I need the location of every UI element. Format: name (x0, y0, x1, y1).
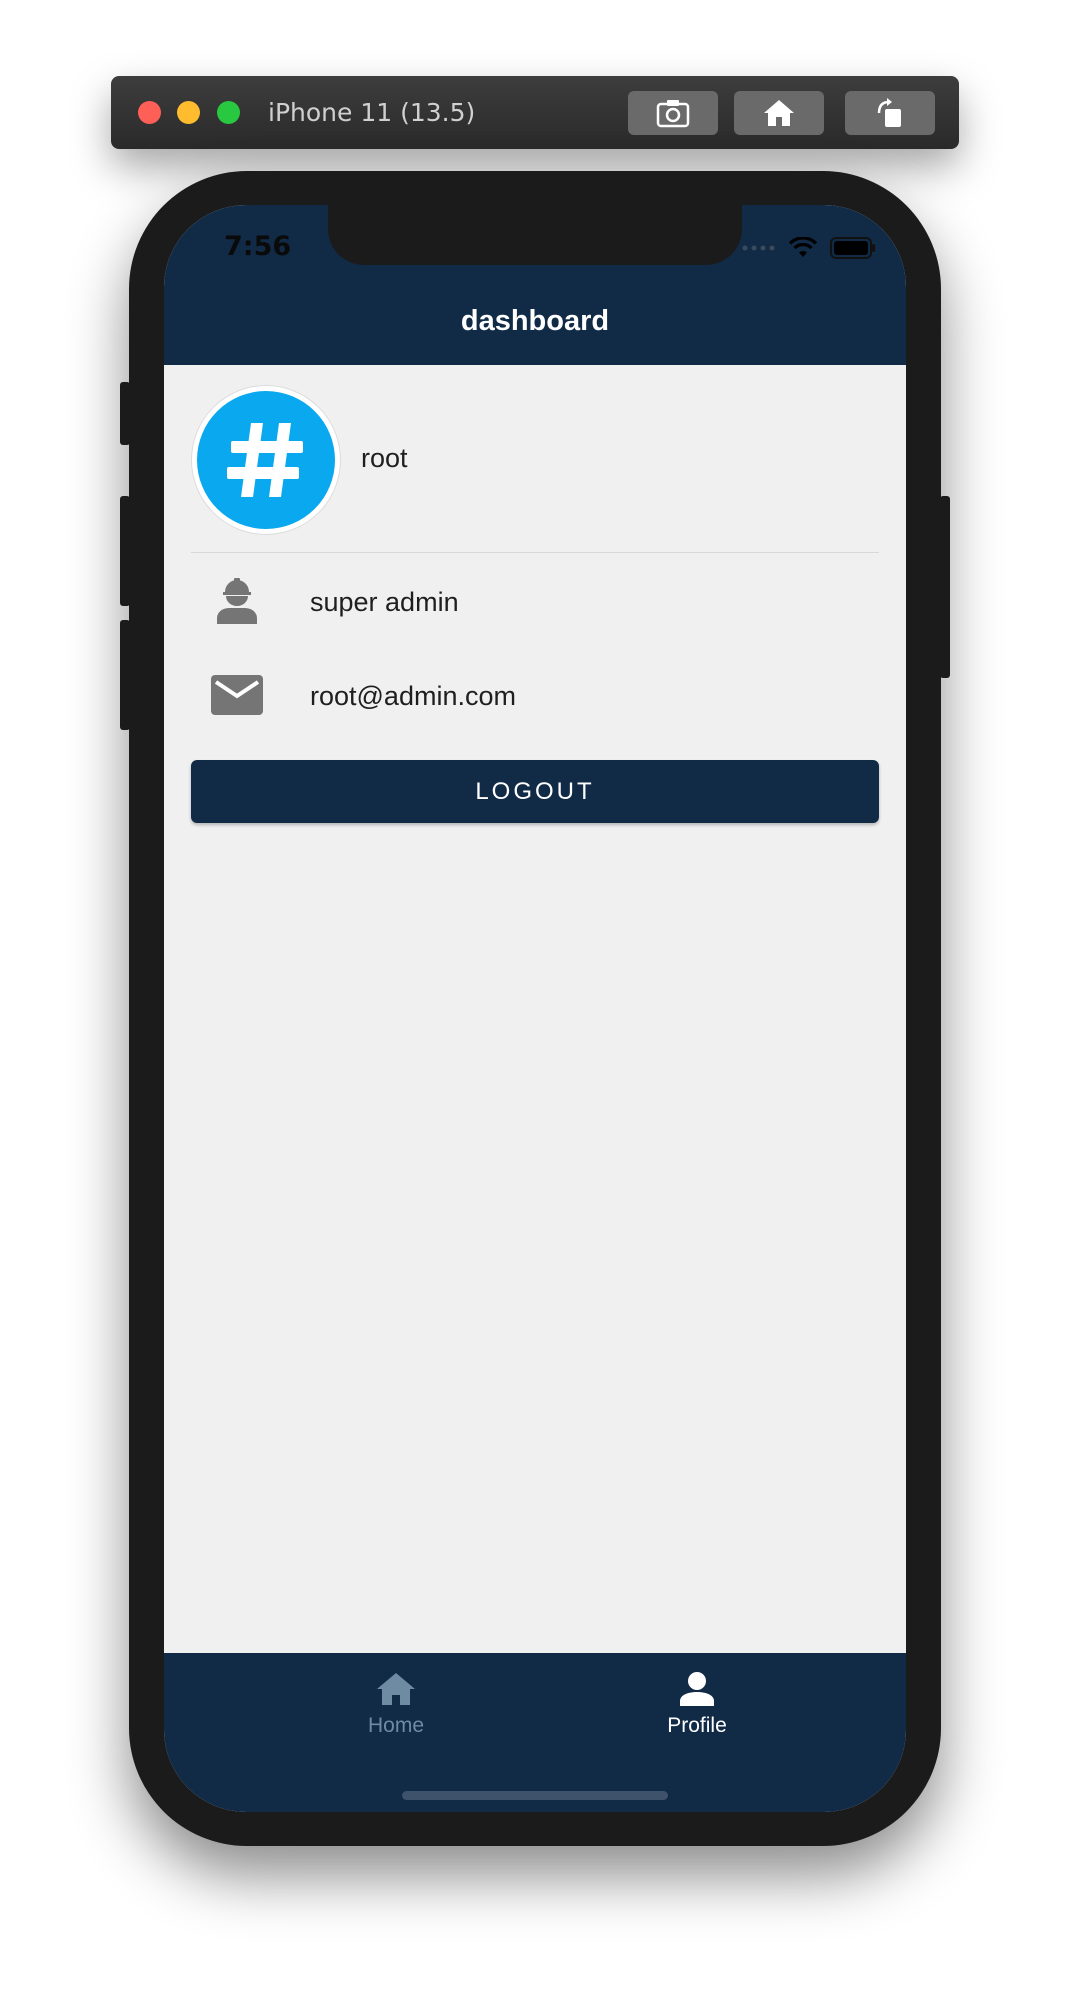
avatar-circle (197, 391, 335, 529)
rotate-icon (877, 98, 901, 127)
zoom-window-button[interactable] (217, 101, 240, 124)
user-email: root@admin.com (310, 681, 516, 711)
role-row: super admin (191, 563, 879, 643)
username: root (361, 443, 408, 473)
simulator-title: iPhone 11 (13.5) (268, 98, 476, 127)
tab-home[interactable]: Home (326, 1671, 466, 1738)
home-indicator (402, 1791, 668, 1800)
mute-switch (120, 382, 130, 445)
profile-summary: root (191, 385, 879, 535)
notch (328, 205, 742, 265)
screenshot-button[interactable] (628, 91, 718, 135)
phone-screen: 7:56 dashboard root super admin root@adm… (164, 205, 906, 1812)
tab-home-label: Home (367, 1714, 425, 1737)
close-window-button[interactable] (138, 101, 161, 124)
home-icon (764, 100, 794, 126)
home-icon (377, 1673, 415, 1705)
bottom-tab-bar: Home Profile (164, 1653, 906, 1812)
screenshot-icon (656, 100, 690, 128)
user-role: super admin (310, 587, 459, 617)
email-row: root@admin.com (191, 657, 879, 737)
simulator-toolbar: iPhone 11 (13.5) (111, 76, 959, 149)
volume-down-button (120, 620, 130, 730)
status-icons (742, 237, 876, 259)
person-icon (680, 1672, 714, 1706)
rotate-button[interactable] (845, 91, 935, 135)
signal-icon (742, 245, 775, 251)
minimize-window-button[interactable] (177, 101, 200, 124)
mail-icon (209, 667, 265, 723)
tab-profile[interactable]: Profile (627, 1671, 767, 1738)
avatar (191, 385, 341, 535)
logout-button[interactable]: LOGOUT (191, 760, 879, 823)
divider (191, 552, 879, 553)
simulator-home-button[interactable] (734, 91, 824, 135)
volume-up-button (120, 496, 130, 606)
battery-icon (830, 237, 875, 259)
hashtag-icon (227, 423, 303, 497)
status-time: 7:56 (224, 231, 292, 262)
page-title: dashboard (460, 305, 610, 337)
wifi-icon (788, 237, 818, 257)
worker-icon (209, 573, 265, 629)
power-button (940, 496, 950, 678)
tab-profile-label: Profile (667, 1714, 727, 1737)
